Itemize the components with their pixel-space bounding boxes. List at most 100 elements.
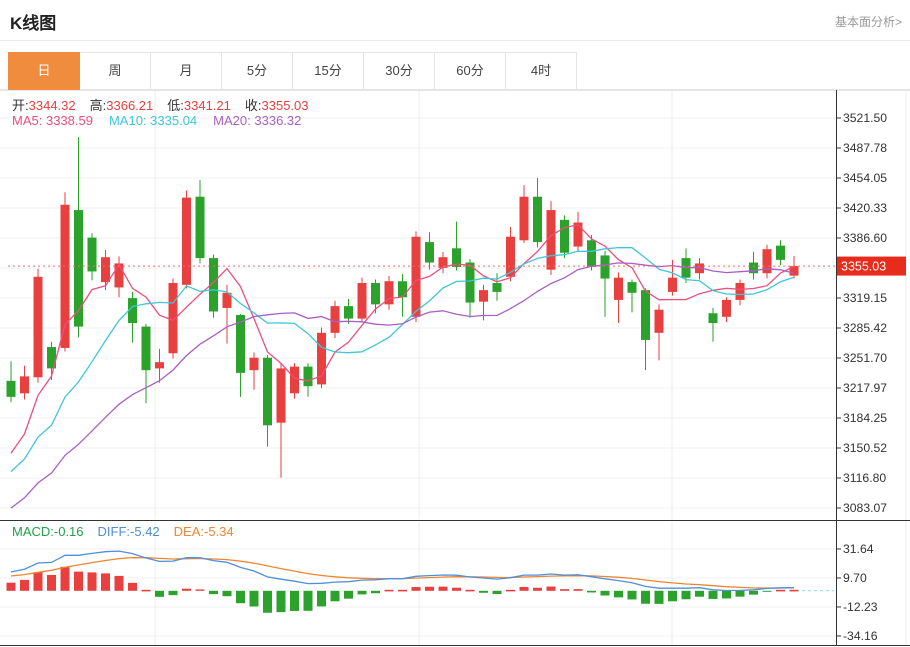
macd-bar bbox=[34, 572, 43, 591]
macd-bar bbox=[574, 589, 583, 591]
macd-bar bbox=[223, 591, 232, 596]
candle-body bbox=[560, 220, 569, 253]
macd-bar bbox=[655, 591, 664, 604]
y-axis-label: 3386.60 bbox=[843, 231, 887, 245]
candle-body bbox=[344, 306, 353, 318]
macd-value: -0.16 bbox=[54, 524, 84, 539]
macd-bar bbox=[7, 583, 16, 591]
diff-label: DIFF: bbox=[98, 524, 131, 539]
low-label: 低: bbox=[167, 98, 184, 113]
candle-body bbox=[493, 283, 502, 292]
candle-body bbox=[7, 381, 16, 397]
macd-bar bbox=[479, 591, 488, 593]
y-axis-label: 3454.05 bbox=[843, 171, 887, 185]
ma-info-bar: MA5: 3338.59MA10: 3335.04MA20: 3336.32 bbox=[12, 113, 301, 128]
candle-body bbox=[142, 327, 151, 371]
tab-日[interactable]: 日 bbox=[8, 52, 80, 90]
macd-bar bbox=[47, 575, 56, 591]
period-tab-bar: 日周月5分15分30分60分4时 bbox=[8, 52, 577, 90]
macd-info-bar: MACD:-0.16DIFF:-5.42DEA:-5.34 bbox=[12, 524, 234, 539]
fundamental-analysis-link[interactable]: 基本面分析> bbox=[835, 13, 902, 30]
y-axis-label: -34.16 bbox=[843, 629, 878, 643]
macd-bar bbox=[722, 591, 731, 599]
macd-bar bbox=[182, 589, 191, 591]
candle-body bbox=[74, 210, 83, 327]
close-value: 3355.03 bbox=[262, 98, 309, 113]
macd-bar bbox=[790, 590, 799, 592]
macd-bar bbox=[290, 591, 299, 611]
y-axis-label: 3150.52 bbox=[843, 441, 887, 455]
candle-body bbox=[641, 290, 650, 340]
macd-bar bbox=[412, 587, 421, 591]
tab-30分[interactable]: 30分 bbox=[363, 52, 435, 90]
candle-body bbox=[398, 281, 407, 297]
candle-body bbox=[628, 282, 637, 293]
macd-bar bbox=[560, 589, 569, 591]
candle-body bbox=[601, 255, 610, 278]
macd-bar bbox=[493, 591, 502, 594]
candle-body bbox=[520, 197, 529, 241]
kline-chart[interactable]: 3521.503487.783454.053420.333386.603319.… bbox=[0, 90, 910, 647]
macd-bar bbox=[344, 591, 353, 599]
ma5-line bbox=[11, 225, 794, 453]
high-value: 3366.21 bbox=[106, 98, 153, 113]
close-label: 收: bbox=[245, 98, 262, 113]
candle-body bbox=[587, 240, 596, 267]
y-axis-label: 3420.33 bbox=[843, 201, 887, 215]
macd-bar bbox=[169, 591, 178, 595]
macd-bar bbox=[749, 591, 758, 595]
macd-bar bbox=[263, 591, 272, 613]
dea-label: DEA: bbox=[174, 524, 204, 539]
macd-bar bbox=[115, 576, 124, 591]
macd-bar bbox=[371, 591, 380, 593]
tab-15分[interactable]: 15分 bbox=[292, 52, 364, 90]
macd-bar bbox=[277, 591, 286, 612]
y-axis-label: 3521.50 bbox=[843, 111, 887, 125]
macd-bar bbox=[506, 590, 515, 592]
tab-4时[interactable]: 4时 bbox=[505, 52, 577, 90]
kline-page: K线图 基本面分析> 日周月5分15分30分60分4时 开:3344.32高:3… bbox=[0, 0, 910, 647]
candle-body bbox=[736, 283, 745, 300]
candle-body bbox=[614, 278, 623, 300]
candle-body bbox=[722, 300, 731, 317]
macd-bar bbox=[74, 572, 83, 591]
macd-bar bbox=[520, 587, 529, 591]
macd-bar bbox=[695, 591, 704, 597]
page-title: K线图 bbox=[10, 9, 56, 34]
candle-body bbox=[101, 257, 110, 282]
price-badge-text: 3355.03 bbox=[841, 260, 886, 274]
macd-bar bbox=[250, 591, 259, 607]
macd-bar bbox=[547, 587, 556, 591]
macd-label: MACD: bbox=[12, 524, 54, 539]
macd-bar bbox=[776, 590, 785, 592]
macd-bar bbox=[682, 591, 691, 599]
y-axis-label: 3319.15 bbox=[843, 291, 887, 305]
ohlc-info-bar: 开:3344.32高:3366.21低:3341.21收:3355.03 bbox=[12, 95, 323, 114]
candle-body bbox=[290, 367, 299, 394]
macd-bar bbox=[209, 591, 218, 594]
candle-body bbox=[277, 368, 286, 422]
candle-body bbox=[479, 290, 488, 302]
tab-月[interactable]: 月 bbox=[150, 52, 222, 90]
macd-bar bbox=[196, 589, 205, 590]
candle-body bbox=[668, 278, 677, 292]
macd-bar bbox=[88, 572, 97, 590]
macd-bar bbox=[466, 590, 475, 592]
tab-60分[interactable]: 60分 bbox=[434, 52, 506, 90]
tab-周[interactable]: 周 bbox=[79, 52, 151, 90]
tab-5分[interactable]: 5分 bbox=[221, 52, 293, 90]
candle-body bbox=[304, 367, 313, 387]
macd-bar bbox=[425, 587, 434, 591]
macd-bar bbox=[601, 591, 610, 596]
macd-bar bbox=[439, 587, 448, 591]
y-axis-label: 3251.70 bbox=[843, 351, 887, 365]
ma5-label: MA5: bbox=[12, 113, 42, 128]
y-axis-label: 31.64 bbox=[843, 542, 874, 556]
open-label: 开: bbox=[12, 98, 29, 113]
candle-body bbox=[776, 246, 785, 260]
candle-body bbox=[34, 277, 43, 378]
candle-body bbox=[412, 237, 421, 317]
macd-bar bbox=[587, 591, 596, 593]
macd-bar bbox=[317, 591, 326, 607]
macd-bar bbox=[61, 567, 70, 591]
